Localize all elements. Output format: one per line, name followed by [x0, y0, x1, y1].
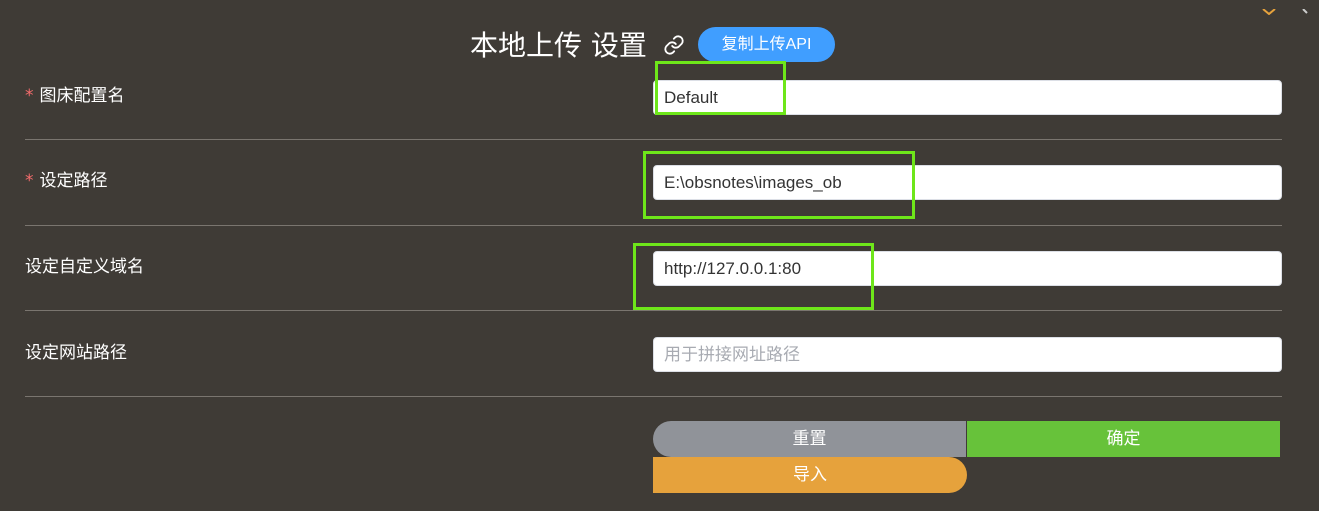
- link-icon[interactable]: [663, 34, 685, 56]
- website-path-input[interactable]: [653, 337, 1282, 372]
- required-mark: *: [25, 171, 34, 191]
- custom-domain-input[interactable]: [653, 251, 1282, 286]
- form-row-custom-domain: 设定自定义域名: [25, 251, 1282, 336]
- required-mark: *: [25, 86, 34, 106]
- form-row-config-name: * 图床配置名: [25, 80, 1282, 165]
- website-path-label: 设定网站路径: [25, 343, 127, 363]
- config-name-input[interactable]: [653, 80, 1282, 115]
- row-divider: [25, 225, 1282, 226]
- confirm-button[interactable]: 确定: [967, 421, 1280, 457]
- path-input[interactable]: [653, 165, 1282, 200]
- row-divider: [25, 396, 1282, 397]
- path-label: * 设定路径: [25, 171, 108, 191]
- form-row-path: * 设定路径: [25, 165, 1282, 250]
- config-name-label: * 图床配置名: [25, 86, 125, 106]
- form-row-website-path: 设定网站路径: [25, 337, 1282, 422]
- custom-domain-label: 设定自定义域名: [25, 257, 144, 277]
- window-corner-decoration: [1259, 0, 1319, 16]
- settings-page: 本地上传 设置 复制上传API *图床配置名 *设定路径 设定自定义域名 设定网…: [0, 0, 1319, 511]
- page-title: 本地上传 设置: [470, 29, 647, 62]
- row-divider: [25, 139, 1282, 140]
- row-divider: [25, 310, 1282, 311]
- page-header: 本地上传 设置 复制上传API: [0, 24, 1319, 68]
- import-button[interactable]: 导入: [653, 457, 967, 493]
- copy-upload-api-button[interactable]: 复制上传API: [698, 27, 835, 62]
- reset-button[interactable]: 重置: [653, 421, 966, 457]
